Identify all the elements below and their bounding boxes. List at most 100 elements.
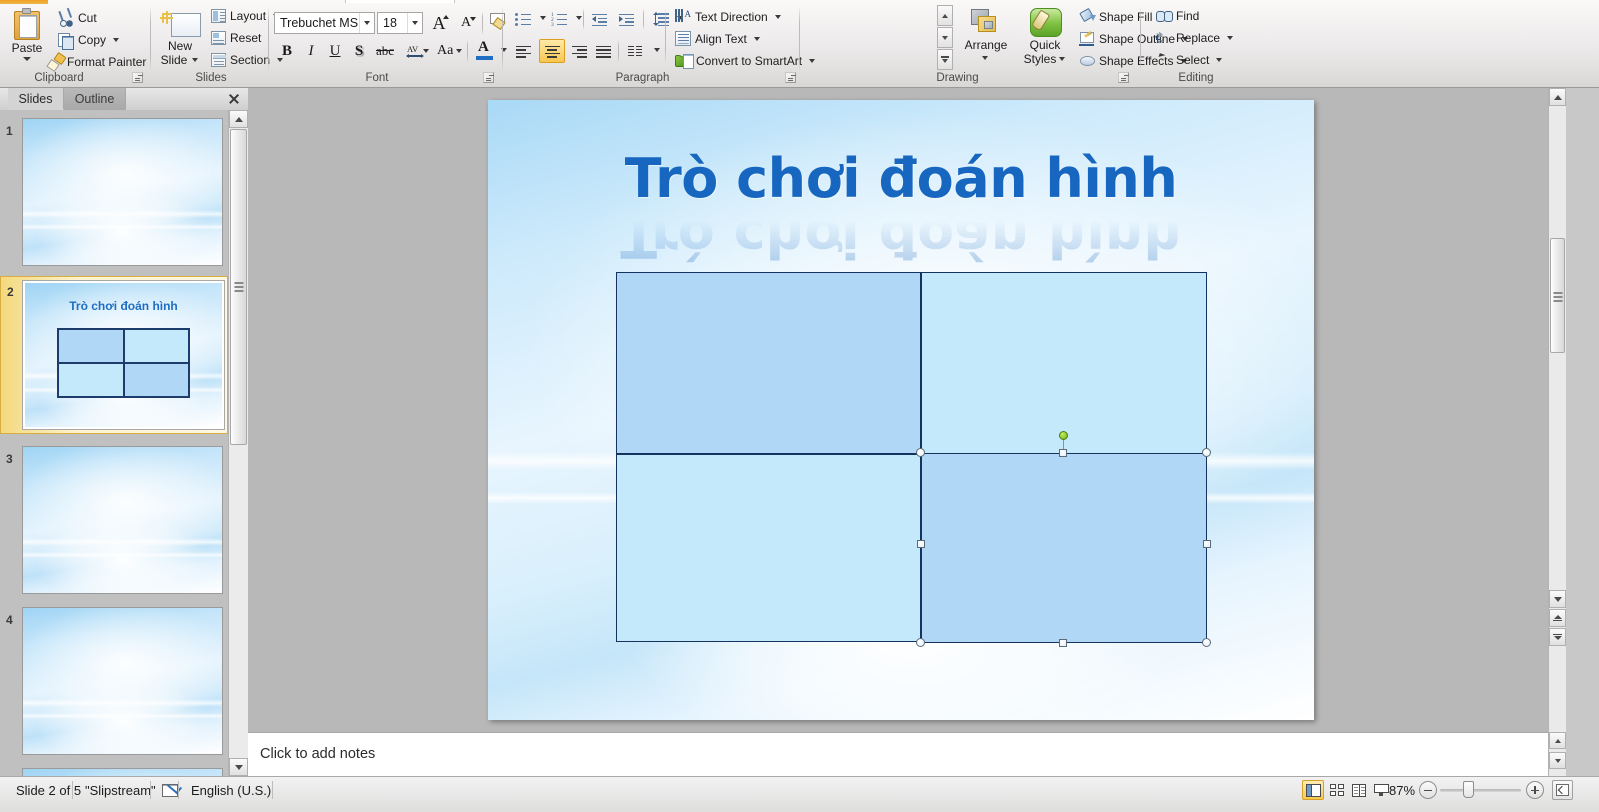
resize-handle-top-left[interactable] [916, 448, 925, 457]
resize-handle-top-center[interactable] [1059, 449, 1067, 457]
thumbnail-row-selected[interactable]: 2 Trò chơi đoán hình [0, 276, 228, 434]
grow-font-button[interactable]: A [426, 11, 452, 35]
change-case-chevron-down-icon[interactable] [456, 49, 462, 53]
slide-thumbnail[interactable] [22, 118, 223, 266]
rotation-handle[interactable] [1058, 431, 1068, 440]
character-spacing-button[interactable]: AV [399, 38, 431, 64]
resize-handle-bottom-right[interactable] [1202, 638, 1211, 647]
language-indicator[interactable]: English (U.S.) [179, 777, 283, 803]
tab-outline[interactable]: Outline [64, 88, 126, 110]
font-name-combobox[interactable]: Trebuchet MS (Bo [274, 12, 375, 34]
next-slide-button[interactable] [1549, 628, 1566, 646]
shapes-gallery-scroll[interactable] [937, 5, 953, 71]
slide-thumbnail[interactable] [22, 446, 223, 594]
shape-rectangle-bottom-left[interactable] [616, 454, 921, 642]
tab-slides[interactable]: Slides [8, 88, 64, 110]
format-painter-button[interactable]: Format Painter [43, 52, 150, 72]
numbering-button[interactable]: 123 [547, 8, 571, 30]
resize-handle-bottom-left[interactable] [916, 638, 925, 647]
slide-thumbnail[interactable]: Trò chơi đoán hình [22, 280, 225, 430]
columns-button[interactable] [623, 40, 649, 62]
resize-handle-middle-right[interactable] [1202, 540, 1211, 548]
notes-pane[interactable]: Click to add notes [248, 732, 1548, 776]
line-spacing-button[interactable] [647, 7, 673, 31]
align-right-button[interactable] [567, 40, 591, 62]
underline-button[interactable]: U [324, 40, 346, 62]
thumbnail-row[interactable]: 4 [0, 599, 228, 759]
resize-handle-bottom-center[interactable] [1059, 639, 1067, 647]
shape-rectangle-bottom-right[interactable] [921, 453, 1207, 643]
text-direction-button[interactable]: A Text Direction [671, 7, 785, 26]
close-panel-icon[interactable] [226, 91, 242, 107]
slide-title[interactable]: Trò chơi đoán hình [548, 150, 1254, 208]
previous-slide-button[interactable] [1549, 609, 1566, 627]
thumbnail-scroll-down-button[interactable] [229, 758, 248, 776]
resize-handle-middle-left[interactable] [916, 540, 925, 548]
change-case-button[interactable]: Aa [433, 38, 465, 64]
copy-button[interactable]: Copy [54, 30, 123, 50]
thumbnail-row[interactable]: 3 [0, 438, 228, 598]
font-dialog-launcher[interactable] [483, 72, 494, 83]
view-button-normal[interactable] [1302, 780, 1324, 800]
resize-handle-top-right[interactable] [1202, 448, 1211, 457]
zoom-level[interactable]: 87% [1389, 777, 1415, 803]
main-vertical-scrollbar[interactable] [1548, 88, 1566, 732]
reset-button[interactable]: Reset [207, 29, 265, 47]
slide-canvas[interactable]: Trò chơi đoán hình Trò chơi đoán hình [488, 100, 1314, 720]
slide-thumbnail[interactable] [22, 607, 223, 755]
replace-button[interactable]: ab ac Replace [1152, 29, 1237, 47]
scroll-down-button[interactable] [1549, 590, 1566, 608]
paste-chevron-down-icon[interactable] [23, 57, 31, 61]
align-text-button[interactable]: Align Text [671, 29, 764, 48]
copy-chevron-down-icon[interactable] [113, 38, 120, 42]
bullets-chevron-down-icon[interactable] [540, 16, 546, 20]
shape-rectangle-top-left[interactable] [616, 272, 921, 454]
justify-button[interactable] [591, 40, 615, 62]
font-name-chevron-down-icon[interactable] [359, 13, 374, 33]
zoom-slider-track[interactable] [1440, 789, 1521, 792]
text-direction-chevron-down-icon[interactable] [774, 14, 781, 19]
clipboard-dialog-launcher[interactable] [132, 72, 143, 83]
align-center-button[interactable] [539, 39, 565, 63]
slide-thumbnail-list[interactable]: 1 2 Trò chơi đoán hình 3 4 [0, 110, 228, 776]
new-slide-button[interactable]: New Slide [154, 6, 206, 68]
notes-scroll-up-button[interactable] [1549, 732, 1566, 749]
font-size-combobox[interactable]: 18 [377, 12, 423, 34]
shapes-scroll-up-button[interactable] [937, 5, 953, 26]
columns-chevron-down-icon[interactable] [654, 48, 660, 52]
replace-chevron-down-icon[interactable] [1227, 36, 1234, 40]
arrange-chevron-down-icon[interactable] [982, 56, 988, 60]
convert-to-smartart-button[interactable]: Convert to SmartArt [671, 51, 819, 70]
thumbnail-scrollbar-thumb[interactable] [230, 129, 247, 445]
arrange-button[interactable]: Arrange [956, 6, 1016, 68]
increase-indent-button[interactable] [615, 8, 639, 30]
drawing-dialog-launcher[interactable] [1118, 72, 1129, 83]
font-size-chevron-down-icon[interactable] [407, 13, 422, 33]
character-spacing-chevron-down-icon[interactable] [423, 49, 429, 53]
quick-styles-button[interactable]: Quick Styles [1017, 6, 1073, 68]
thumbnail-row[interactable]: 1 [0, 110, 228, 270]
shapes-scroll-down-button[interactable] [937, 27, 953, 48]
zoom-in-button[interactable] [1526, 781, 1544, 799]
quick-styles-chevron-down-icon[interactable] [1059, 57, 1065, 61]
align-left-button[interactable] [511, 40, 535, 62]
fit-slide-to-window-button[interactable] [1552, 780, 1573, 800]
slide-thumbnail[interactable] [22, 768, 223, 776]
zoom-slider-handle[interactable] [1463, 781, 1474, 798]
decrease-indent-button[interactable] [588, 8, 612, 30]
strikethrough-button[interactable]: abc [372, 40, 398, 62]
view-button-reading-view[interactable] [1348, 780, 1370, 800]
shrink-font-button[interactable]: A [453, 11, 479, 35]
italic-button[interactable]: I [300, 40, 322, 62]
notes-scrollbar[interactable] [1548, 732, 1566, 776]
scroll-up-button[interactable] [1549, 88, 1566, 106]
select-chevron-down-icon[interactable] [1216, 58, 1223, 62]
find-button[interactable]: Find [1152, 7, 1203, 25]
shapes-more-button[interactable] [937, 49, 953, 70]
font-color-button[interactable]: A [471, 37, 497, 65]
thumbnail-row[interactable]: 5 [0, 760, 228, 776]
notes-scroll-down-button[interactable] [1549, 752, 1566, 769]
cut-button[interactable]: Cut [54, 8, 101, 28]
align-text-chevron-down-icon[interactable] [753, 36, 760, 41]
numbering-chevron-down-icon[interactable] [576, 16, 582, 20]
